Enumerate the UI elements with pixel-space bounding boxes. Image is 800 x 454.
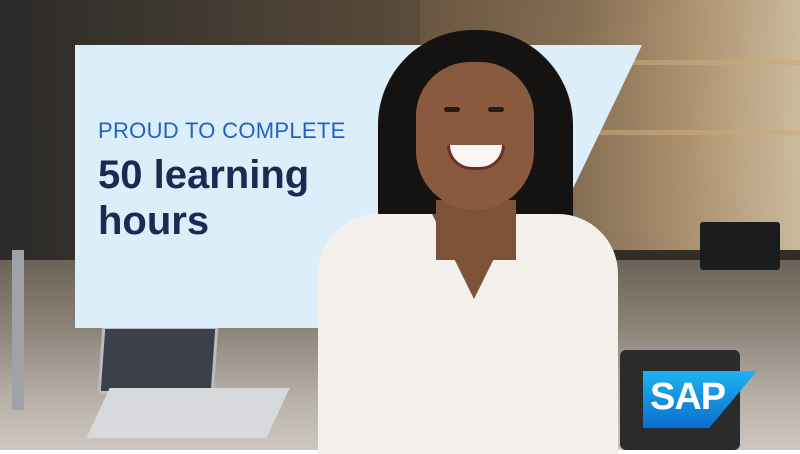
banner-kicker: PROUD TO COMPLETE xyxy=(98,118,346,143)
laptop-screen xyxy=(97,326,219,394)
neckline-shape xyxy=(432,214,516,299)
laptop-base xyxy=(86,388,290,438)
monitor-arm xyxy=(12,250,24,410)
monitor-shape xyxy=(700,222,780,270)
face-shape xyxy=(416,62,534,210)
left-eye xyxy=(444,107,460,112)
right-eye xyxy=(488,107,504,112)
sap-logo-text: SAP xyxy=(650,376,726,418)
